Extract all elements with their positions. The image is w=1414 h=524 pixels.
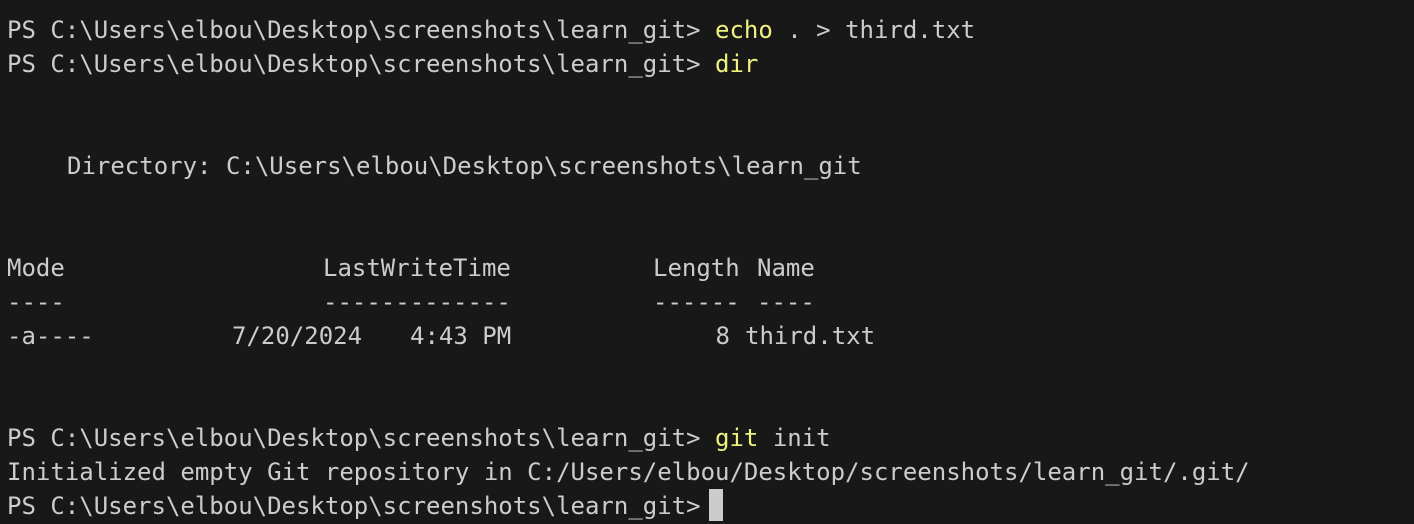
terminal-line-dir: PS C:\Users\elbou\Desktop\screenshots\le… bbox=[7, 47, 1414, 81]
terminal-line-git-init: PS C:\Users\elbou\Desktop\screenshots\le… bbox=[7, 421, 1414, 455]
row-mode: -a---- bbox=[7, 322, 94, 350]
terminal-line-active[interactable]: PS C:\Users\elbou\Desktop\screenshots\le… bbox=[7, 489, 1414, 523]
prompt: PS C:\Users\elbou\Desktop\screenshots\le… bbox=[7, 50, 701, 78]
command-args: init bbox=[772, 424, 831, 452]
command-name: echo bbox=[715, 16, 773, 44]
terminal-window[interactable]: PS C:\Users\elbou\Desktop\screenshots\le… bbox=[0, 0, 1414, 524]
terminal-line-echo: PS C:\Users\elbou\Desktop\screenshots\le… bbox=[7, 13, 1414, 47]
row-name: third.txt bbox=[745, 322, 876, 350]
command-name: dir bbox=[715, 50, 759, 78]
row-time: 4:43 PM bbox=[410, 322, 512, 350]
command-args: . > third.txt bbox=[787, 16, 976, 44]
table-row: -a---- 7/20/2024 4:43 PM 8 third.txt bbox=[7, 319, 1414, 353]
git-init-output: Initialized empty Git repository in C:/U… bbox=[7, 458, 1250, 486]
row-date: 7/20/2024 bbox=[232, 322, 363, 350]
header-mode: Mode bbox=[7, 254, 65, 282]
text-cursor[interactable] bbox=[708, 489, 723, 521]
header-name: Name bbox=[757, 254, 815, 282]
command-name: git bbox=[715, 424, 759, 452]
header-length: Length bbox=[653, 254, 740, 282]
underline-mode: ---- bbox=[7, 288, 65, 316]
prompt: PS C:\Users\elbou\Desktop\screenshots\le… bbox=[7, 16, 701, 44]
prompt: PS C:\Users\elbou\Desktop\screenshots\le… bbox=[7, 424, 701, 452]
row-length: 8 bbox=[715, 322, 730, 350]
prompt: PS C:\Users\elbou\Desktop\screenshots\le… bbox=[7, 492, 701, 520]
directory-line: Directory: C:\Users\elbou\Desktop\screen… bbox=[67, 152, 862, 180]
table-header-underline: ---- ------------- ------ ---- bbox=[7, 285, 1414, 319]
underline-last-write-time: ------------- bbox=[323, 288, 511, 316]
underline-name: ---- bbox=[757, 288, 815, 316]
table-header: Mode LastWriteTime Length Name bbox=[7, 251, 1414, 285]
header-last-write-time: LastWriteTime bbox=[323, 254, 511, 282]
underline-length: ------ bbox=[653, 288, 740, 316]
